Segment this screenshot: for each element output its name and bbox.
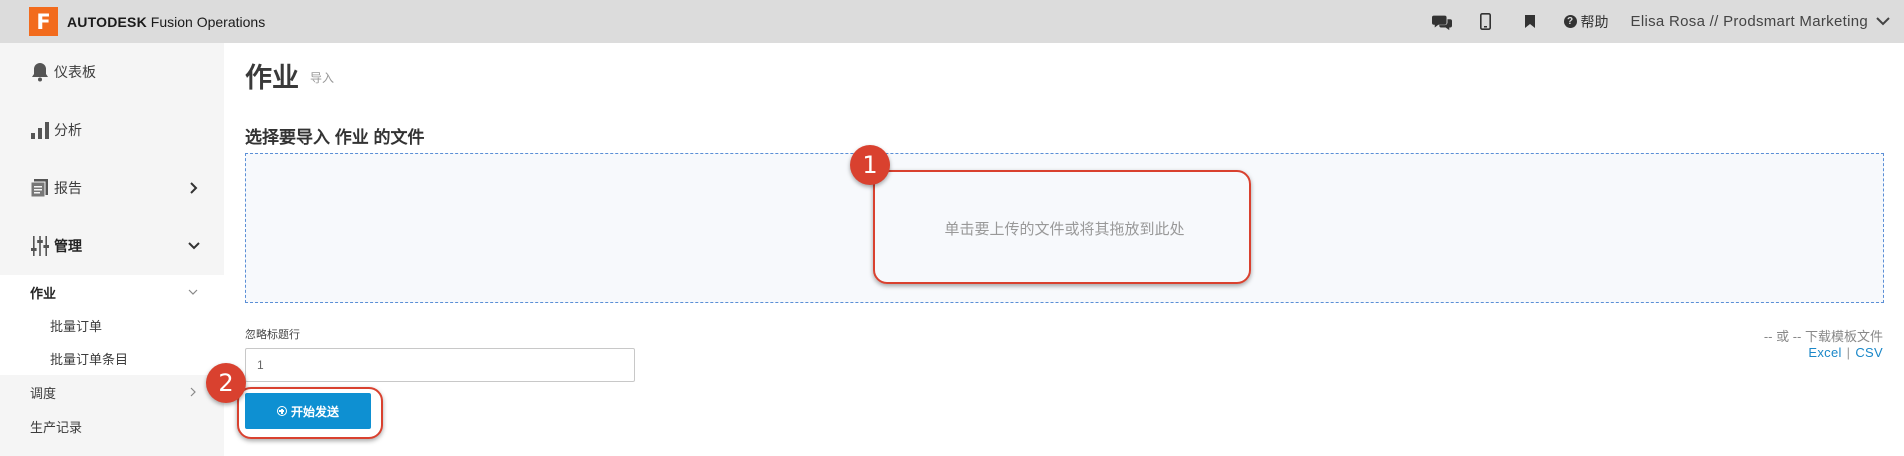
chevron-right-icon	[190, 387, 196, 397]
report-icon	[29, 177, 51, 199]
help-button[interactable]: ? 帮助	[1563, 12, 1609, 32]
sliders-icon	[29, 235, 51, 257]
page-subtitle: 导入	[310, 71, 335, 85]
top-right-controls: ? 帮助 Elisa Rosa // Prodsmart Marketing	[1431, 0, 1904, 43]
sidebar-subitem-production-records[interactable]: 生产记录	[0, 409, 224, 443]
chevron-right-icon	[190, 182, 198, 194]
brand-name: AUTODESK Fusion Operations	[67, 14, 265, 30]
section-title: 选择要导入 作业 的文件	[245, 128, 425, 147]
sidebar-item-label: 管理	[54, 238, 82, 254]
sidebar-subitem-batch-order-items[interactable]: 批量订单条目	[0, 342, 224, 375]
sidebar-subitem-label: 批量订单条目	[50, 352, 129, 367]
chevron-down-icon	[188, 289, 198, 295]
sidebar-subitem-label: 调度	[30, 385, 57, 401]
annotation-box-1	[873, 170, 1251, 284]
chevron-down-icon	[188, 242, 200, 250]
sidebar-item-label: 仪表板	[54, 64, 96, 80]
sidebar: 仪表板 分析 报告 管理 作业 批量订单 批量订单条目 调度 生产记录	[0, 43, 224, 456]
sidebar-subitem-label: 批量订单	[50, 319, 103, 334]
annotation-marker-2: 2	[206, 363, 246, 403]
bell-icon	[29, 61, 51, 83]
sidebar-subitem-scheduling[interactable]: 调度	[0, 375, 224, 409]
mobile-icon[interactable]	[1476, 12, 1496, 32]
bookmark-icon[interactable]	[1520, 12, 1540, 32]
user-label: Elisa Rosa // Prodsmart Marketing	[1630, 13, 1868, 30]
user-menu[interactable]: Elisa Rosa // Prodsmart Marketing	[1631, 13, 1890, 30]
sidebar-subitem-batch-orders[interactable]: 批量订单	[0, 309, 224, 342]
sidebar-item-reports[interactable]: 报告	[0, 159, 224, 217]
template-links: Excel | CSV	[1808, 345, 1883, 360]
sidebar-subitem-jobs[interactable]: 作业	[0, 275, 224, 309]
brand-product: Fusion Operations	[146, 13, 266, 30]
sidebar-item-label: 报告	[54, 180, 82, 196]
chevron-down-icon	[1876, 17, 1890, 26]
ignore-header-input[interactable]: 1	[245, 348, 635, 382]
chat-icon[interactable]	[1431, 12, 1452, 32]
management-submenu: 作业 批量订单 批量订单条目	[0, 275, 224, 375]
annotation-marker-1: 1	[850, 145, 890, 185]
annotation-box-2	[237, 387, 383, 439]
page-title: 作业	[245, 63, 299, 93]
sidebar-item-management[interactable]: 管理	[0, 217, 224, 275]
link-separator: |	[1846, 345, 1851, 360]
excel-template-link[interactable]: Excel	[1808, 345, 1841, 360]
brand[interactable]: F AUTODESK Fusion Operations	[29, 7, 265, 36]
sidebar-item-label: 分析	[54, 122, 82, 138]
ignore-header-label: 忽略标题行	[245, 329, 300, 341]
download-template-text: -- 或 -- 下载模板文件	[1763, 329, 1883, 344]
help-label: 帮助	[1580, 13, 1609, 30]
help-icon: ?	[1563, 15, 1577, 28]
bar-chart-icon	[29, 119, 51, 141]
top-bar: F AUTODESK Fusion Operations ? 帮助 Elisa …	[0, 0, 1904, 43]
csv-template-link[interactable]: CSV	[1855, 345, 1883, 360]
fusion-logo-icon: F	[29, 7, 58, 36]
brand-bold: AUTODESK	[67, 13, 147, 30]
sidebar-item-dashboard[interactable]: 仪表板	[0, 43, 224, 101]
sidebar-item-analytics[interactable]: 分析	[0, 101, 224, 159]
sidebar-subitem-label: 生产记录	[30, 419, 83, 435]
sidebar-subitem-label: 作业	[30, 285, 57, 301]
